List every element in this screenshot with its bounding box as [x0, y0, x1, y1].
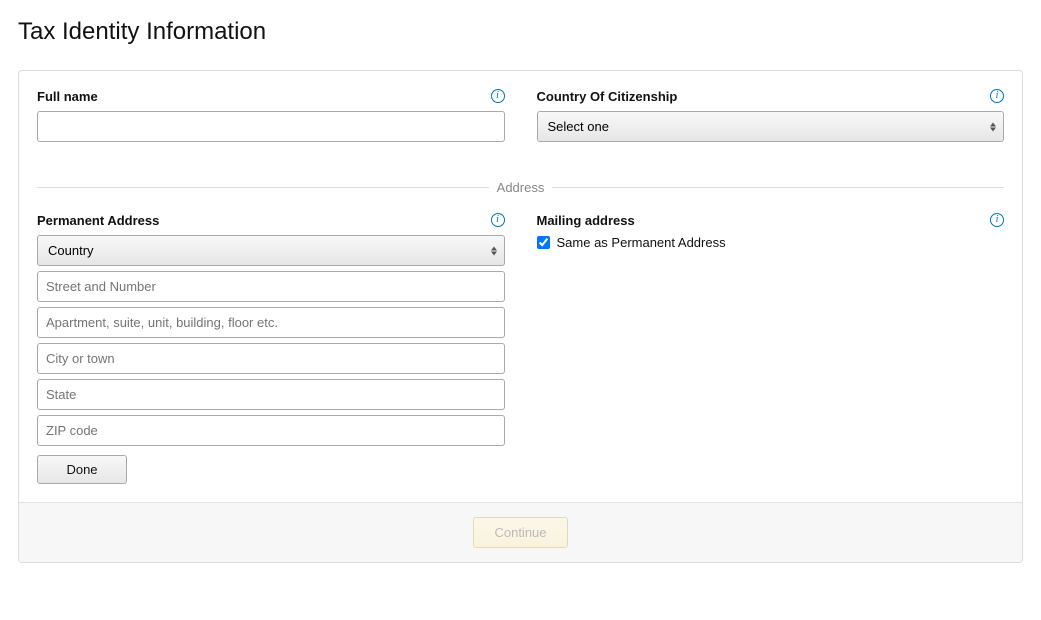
- address-section-label: Address: [497, 180, 545, 195]
- same-as-row: Same as Permanent Address: [537, 235, 1005, 250]
- perm-state-input[interactable]: [37, 379, 505, 410]
- continue-button[interactable]: Continue: [473, 517, 567, 548]
- citizenship-group: Country Of Citizenship i Select one: [537, 87, 1005, 142]
- perm-city-input[interactable]: [37, 343, 505, 374]
- full-name-group: Full name i: [37, 87, 505, 142]
- perm-country-select[interactable]: Country: [37, 235, 505, 266]
- mailing-address-label-row: Mailing address i: [537, 211, 1005, 229]
- address-divider: Address: [37, 180, 1004, 195]
- info-icon[interactable]: i: [990, 213, 1004, 227]
- full-name-label: Full name: [37, 89, 98, 104]
- same-as-checkbox[interactable]: [537, 236, 550, 249]
- info-icon[interactable]: i: [491, 89, 505, 103]
- full-name-input[interactable]: [37, 111, 505, 142]
- mailing-address-group: Mailing address i Same as Permanent Addr…: [537, 211, 1005, 484]
- citizenship-select-wrap: Select one: [537, 111, 1005, 142]
- mailing-address-label: Mailing address: [537, 213, 635, 228]
- perm-zip-input[interactable]: [37, 415, 505, 446]
- form-main: Full name i Country Of Citizenship i Sel…: [19, 71, 1022, 502]
- permanent-address-stack: Country: [37, 235, 505, 446]
- permanent-address-group: Permanent Address i Country Done: [37, 211, 505, 484]
- info-icon[interactable]: i: [491, 213, 505, 227]
- citizenship-label: Country Of Citizenship: [537, 89, 678, 104]
- identity-row: Full name i Country Of Citizenship i Sel…: [37, 87, 1004, 142]
- permanent-address-label: Permanent Address: [37, 213, 159, 228]
- same-as-label[interactable]: Same as Permanent Address: [557, 235, 726, 250]
- info-icon[interactable]: i: [990, 89, 1004, 103]
- form-footer: Continue: [19, 502, 1022, 562]
- done-button[interactable]: Done: [37, 455, 127, 484]
- perm-country-select-wrap: Country: [37, 235, 505, 266]
- address-row: Permanent Address i Country Done: [37, 211, 1004, 484]
- perm-apt-input[interactable]: [37, 307, 505, 338]
- perm-street-input[interactable]: [37, 271, 505, 302]
- full-name-label-row: Full name i: [37, 87, 505, 105]
- tax-identity-form: Full name i Country Of Citizenship i Sel…: [18, 70, 1023, 563]
- permanent-address-label-row: Permanent Address i: [37, 211, 505, 229]
- citizenship-label-row: Country Of Citizenship i: [537, 87, 1005, 105]
- citizenship-select[interactable]: Select one: [537, 111, 1005, 142]
- page-title: Tax Identity Information: [18, 18, 1023, 46]
